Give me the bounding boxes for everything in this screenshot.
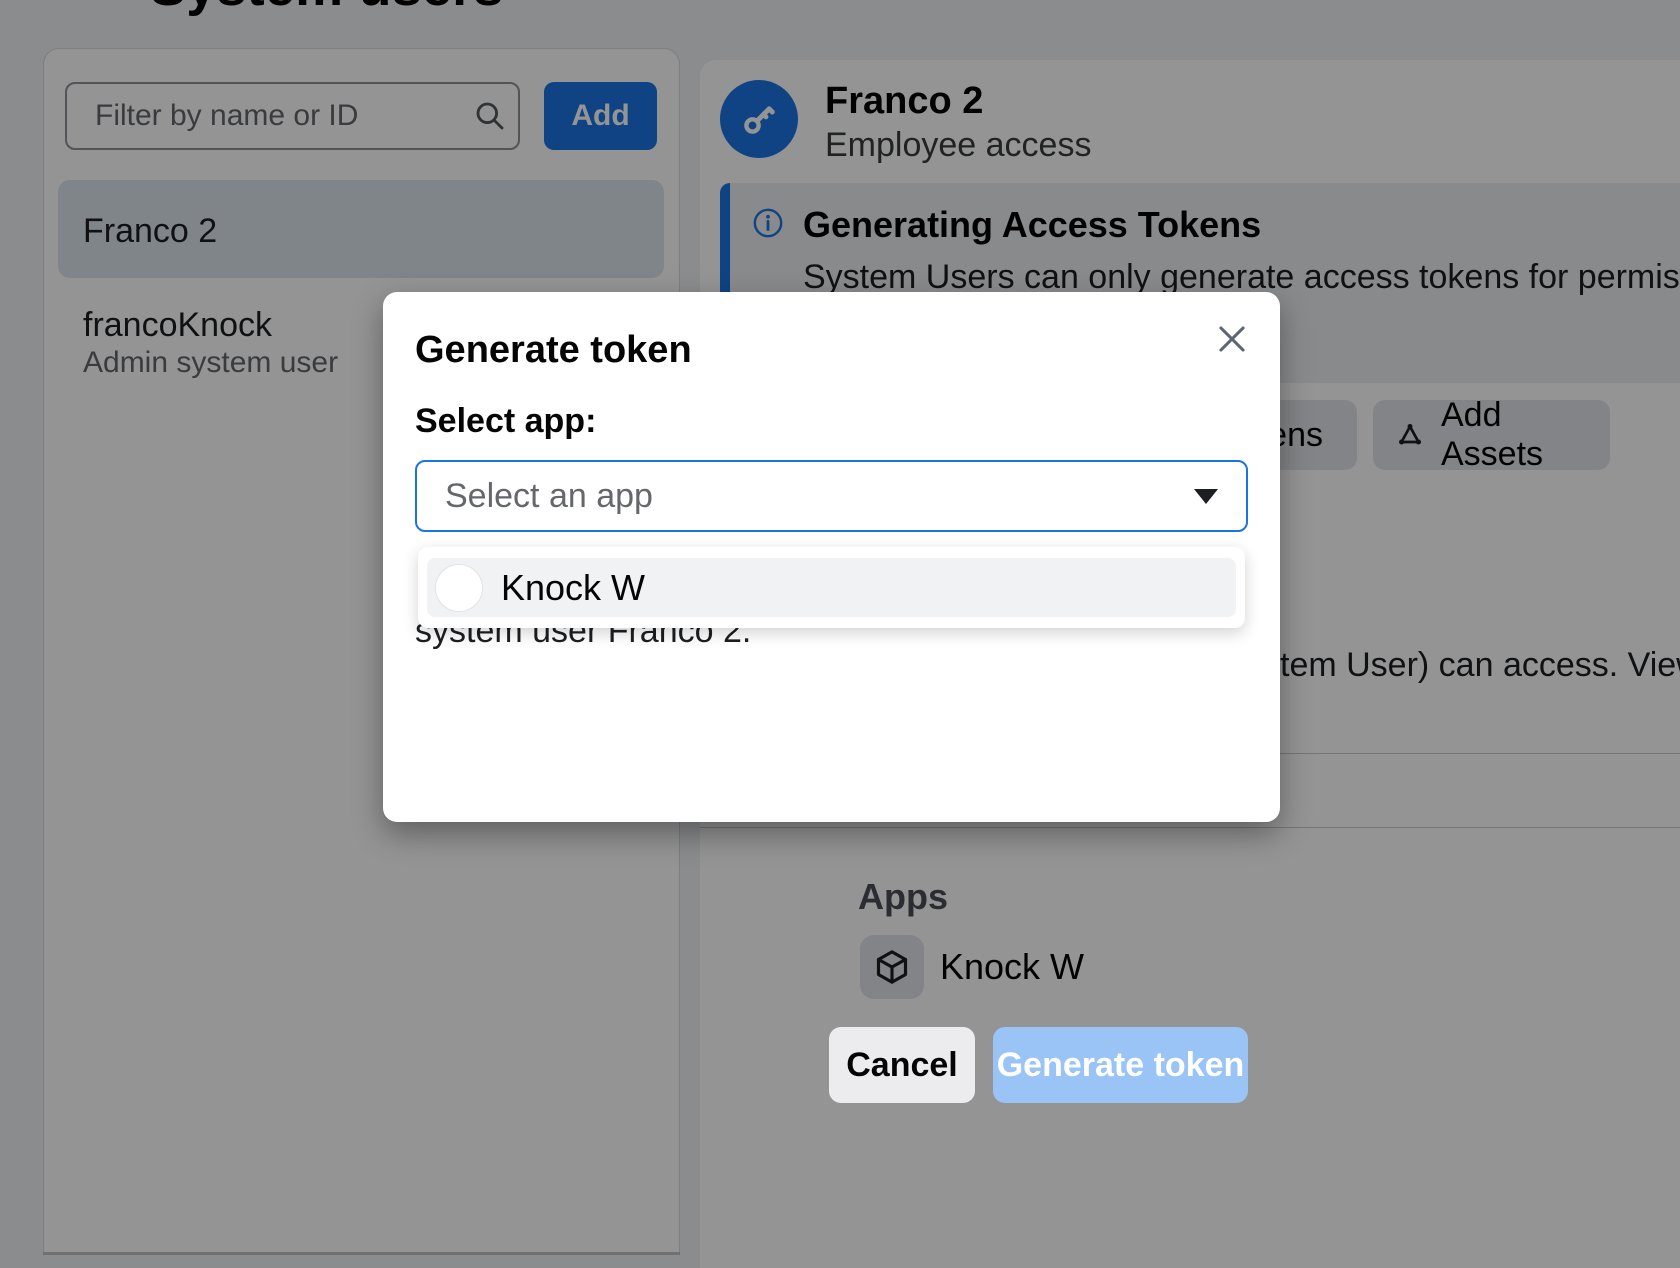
generate-token-modal: Generate token Select app: Select an app… [383,292,1280,822]
modal-actions: Cancel Generate token [383,1027,1248,1103]
close-icon[interactable] [1207,314,1257,364]
app-option-knock-w[interactable]: Knock W [427,558,1236,617]
dropdown-placeholder: Select an app [445,477,1194,516]
app-options-listbox: Knock W [418,547,1245,628]
app-option-label: Knock W [501,567,645,609]
app-select-dropdown[interactable]: Select an app [415,460,1248,532]
cancel-button[interactable]: Cancel [829,1027,975,1103]
modal-title: Generate token [415,304,692,396]
app-option-avatar [435,564,483,612]
chevron-down-icon [1194,489,1218,504]
generate-token-button[interactable]: Generate token [993,1027,1248,1103]
select-app-label: Select app: [415,402,596,441]
